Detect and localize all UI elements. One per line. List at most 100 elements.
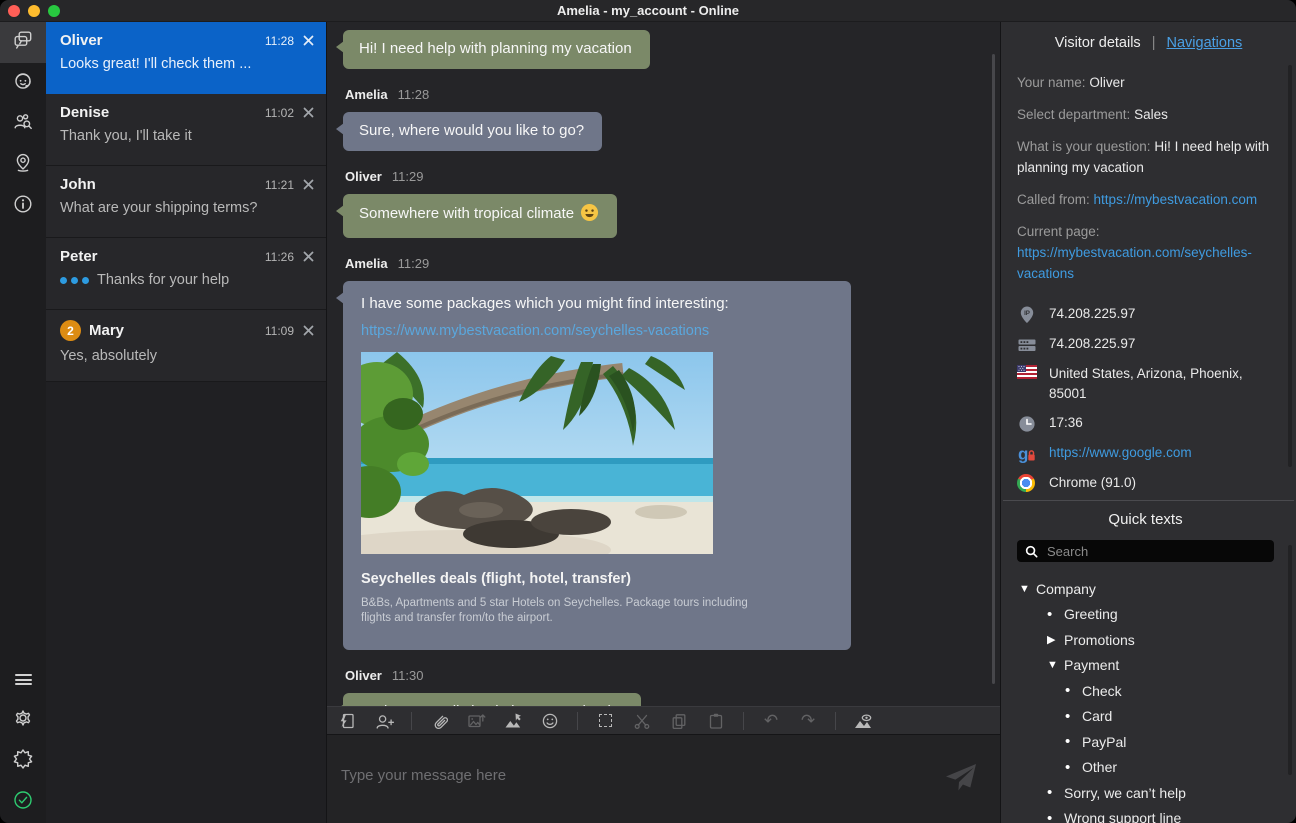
theme-button[interactable]	[0, 741, 46, 782]
visitor-panel-tabs: Visitor details | Navigations	[1001, 22, 1296, 57]
close-icon	[303, 107, 314, 118]
chat-scrollbar[interactable]	[992, 54, 995, 684]
unread-badge: 2	[60, 320, 81, 341]
tab-navigations[interactable]: Navigations	[1167, 35, 1243, 51]
copy-icon[interactable]	[669, 711, 689, 731]
bullet-icon: •	[1047, 784, 1064, 801]
tree-expand-icon[interactable]: ▼	[1019, 583, 1036, 595]
info-icon	[12, 193, 34, 220]
composer-toolbar: ↶ ↷	[327, 706, 1000, 735]
tree-item-payment[interactable]: ▼Payment	[1017, 653, 1274, 679]
quick-texts-scrollbar[interactable]	[1288, 545, 1292, 775]
preview-image-icon[interactable]	[853, 711, 873, 731]
emoji-icon[interactable]	[540, 711, 560, 731]
upload-image-icon[interactable]	[466, 711, 486, 731]
message-bubble: Sure, where would you like to go?	[343, 112, 602, 151]
chat-name: Mary	[89, 322, 124, 339]
send-button[interactable]	[944, 761, 978, 798]
chrome-icon	[1017, 473, 1041, 493]
nav-visitors-button[interactable]	[0, 104, 46, 145]
undo-icon[interactable]: ↶	[761, 711, 781, 731]
tree-item-promotions[interactable]: ▶Promotions	[1017, 627, 1274, 653]
message-input[interactable]	[327, 735, 1000, 823]
tab-visitor-details[interactable]: Visitor details	[1055, 35, 1141, 51]
close-chat-button[interactable]	[303, 107, 314, 118]
tree-expand-icon[interactable]: ▶	[1047, 633, 1064, 646]
gear-icon	[12, 707, 34, 734]
bullet-icon: •	[1047, 810, 1064, 823]
message-text: I have some packages which you might fin…	[361, 294, 833, 314]
detail-host: 74.208.225.97	[1017, 334, 1274, 355]
chat-time: 11:09	[265, 324, 294, 338]
close-chat-button[interactable]	[303, 35, 314, 46]
tree-item-paypal[interactable]: •PayPal	[1017, 729, 1274, 755]
us-flag-icon	[1017, 364, 1041, 404]
referrer-link[interactable]: https://www.google.com	[1049, 443, 1192, 464]
typing-indicator	[60, 277, 89, 284]
chat-list-item-peter[interactable]: Peter 11:26 Thanks for your help	[46, 238, 326, 310]
settings-button[interactable]	[0, 700, 46, 741]
chat-list-item-oliver[interactable]: Oliver 11:28 Looks great! I'll check the…	[46, 22, 326, 94]
message-meta: Amelia11:28	[345, 87, 984, 102]
redo-icon[interactable]: ↷	[798, 711, 818, 731]
close-chat-button[interactable]	[303, 179, 314, 190]
chat-name: John	[60, 176, 96, 193]
tree-expand-icon[interactable]: ▼	[1047, 659, 1064, 671]
quick-texts-search[interactable]	[1017, 540, 1274, 562]
paper-plane-icon	[944, 761, 978, 793]
burst-icon	[12, 748, 34, 775]
tree-item-check[interactable]: •Check	[1017, 678, 1274, 704]
message-bubble: Looks great! I'll check them out. Thanks	[343, 693, 641, 706]
bullet-icon: •	[1065, 733, 1082, 750]
search-input[interactable]	[1045, 543, 1266, 560]
app-window: Amelia - my_account - Online	[0, 0, 1296, 823]
tree-item-card[interactable]: •Card	[1017, 704, 1274, 730]
nav-info-button[interactable]	[0, 186, 46, 227]
chat-time: 11:02	[265, 106, 294, 120]
message-bubble-rich: I have some packages which you might fin…	[343, 281, 851, 650]
paste-icon[interactable]	[706, 711, 726, 731]
tree-item-other[interactable]: •Other	[1017, 755, 1274, 781]
nav-location-button[interactable]	[0, 145, 46, 186]
screenshot-icon[interactable]	[503, 711, 523, 731]
visitor-panel: Visitor details | Navigations Your name:…	[1000, 22, 1296, 823]
svg-text:IP: IP	[1024, 310, 1030, 317]
tree-item-company[interactable]: ▼Company	[1017, 576, 1274, 602]
message-meta: Oliver11:30	[345, 668, 984, 683]
message-bubble: Hi! I need help with planning my vacatio…	[343, 30, 650, 69]
status-online-button[interactable]	[0, 782, 46, 823]
quick-texts-icon[interactable]	[337, 711, 357, 731]
tree-item-greeting[interactable]: •Greeting	[1017, 602, 1274, 628]
chat-list-item-john[interactable]: John 11:21 What are your shipping terms?	[46, 166, 326, 238]
beach-photo[interactable]	[361, 352, 713, 554]
quick-texts-section: Quick texts ▼Company •Greeting ▶Promotio…	[1001, 501, 1296, 823]
nav-agent-button[interactable]	[0, 63, 46, 104]
tree-item-wrong-line[interactable]: •Wrong support line	[1017, 806, 1274, 823]
menu-button[interactable]	[0, 659, 46, 700]
close-chat-button[interactable]	[303, 325, 314, 336]
current-page-link[interactable]: https://mybestvacation.com/seychelles-va…	[1017, 245, 1252, 281]
message-composer	[327, 735, 1000, 823]
attach-file-icon[interactable]	[429, 711, 449, 731]
nav-chats-button[interactable]	[0, 22, 46, 63]
tree-item-sorry[interactable]: •Sorry, we can’t help	[1017, 780, 1274, 806]
chat-preview: Thank you, I'll take it	[60, 128, 192, 144]
close-chat-button[interactable]	[303, 251, 314, 262]
message-meta: Amelia11:29	[345, 256, 984, 271]
bullet-icon: •	[1065, 708, 1082, 725]
detail-referrer: g https://www.google.com	[1017, 443, 1274, 464]
visitor-details-scrollbar[interactable]	[1288, 65, 1292, 467]
invite-agent-icon[interactable]	[374, 711, 394, 731]
called-from-link[interactable]: https://mybestvacation.com	[1094, 192, 1258, 207]
google-icon: g	[1017, 443, 1041, 464]
chat-list-item-denise[interactable]: Denise 11:02 Thank you, I'll take it	[46, 94, 326, 166]
conversation-panel: Hi! I need help with planning my vacatio…	[326, 22, 1000, 823]
bullet-icon: •	[1047, 606, 1064, 623]
vacation-link[interactable]: https://www.mybestvacation.com/seychelle…	[361, 321, 833, 341]
cut-icon[interactable]	[632, 711, 652, 731]
detail-location: United States, Arizona, Phoenix, 85001	[1017, 364, 1274, 404]
svg-text:g: g	[1018, 445, 1028, 464]
chat-list-item-mary[interactable]: 2 Mary 11:09 Yes, absolutely	[46, 310, 326, 382]
select-area-icon[interactable]	[595, 711, 615, 731]
chat-preview: Thanks for your help	[97, 272, 229, 288]
